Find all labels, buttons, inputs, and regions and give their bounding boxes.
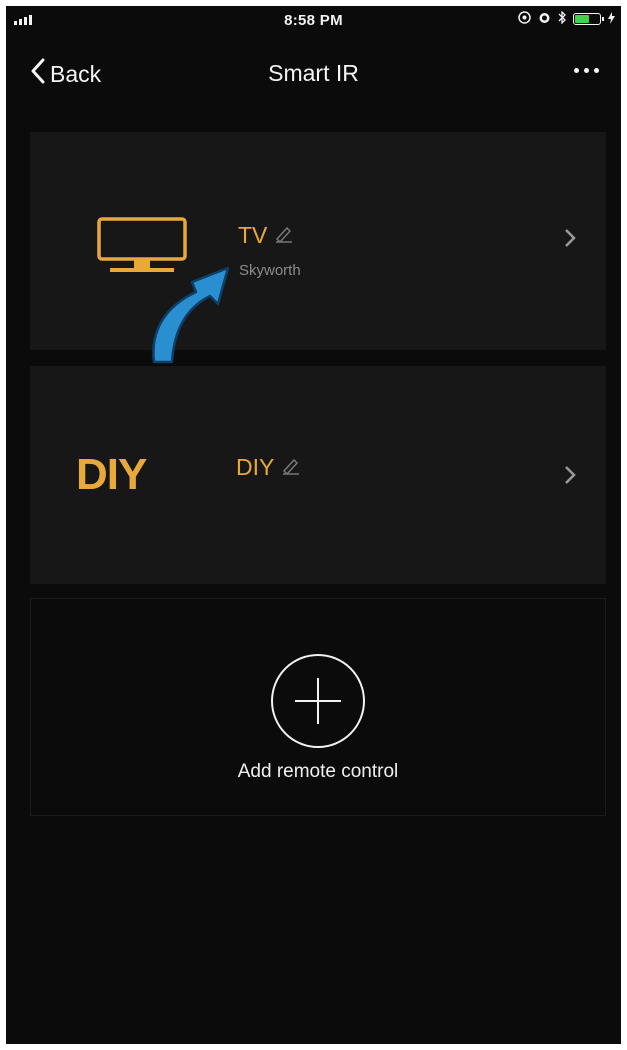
edit-pencil-icon[interactable] [282,454,300,481]
remote-brand: Skyworth [239,262,301,279]
battery-icon [573,13,604,25]
diy-logo: DIY [76,450,147,499]
location-icon [518,11,531,27]
bluetooth-icon [558,10,566,27]
remote-name-label: DIY [236,454,275,480]
remote-card-tv[interactable]: TV Skyworth [30,132,606,350]
chevron-right-icon[interactable] [564,464,576,492]
plus-circle-icon[interactable] [271,654,365,748]
page-title: Smart IR [268,60,359,86]
blue-pointer-arrow-icon [144,258,234,373]
remote-name: DIY [236,454,300,481]
alarm-icon [538,11,551,27]
remote-name-label: TV [238,222,268,248]
remote-name: TV [238,222,293,249]
charging-icon [608,11,615,27]
add-remote-label: Add remote control [237,761,399,782]
more-dots-icon[interactable] [572,58,601,83]
phone-screen: 8:58 PM Back Smart IR TV Skyworth DIY DI… [6,6,621,1044]
chevron-right-icon[interactable] [564,227,576,255]
status-icons [518,10,615,27]
nav-bar: Back Smart IR [6,50,621,100]
status-bar: 8:58 PM [6,6,621,36]
edit-pencil-icon[interactable] [275,222,293,249]
add-remote-card[interactable]: Add remote control [30,598,606,816]
